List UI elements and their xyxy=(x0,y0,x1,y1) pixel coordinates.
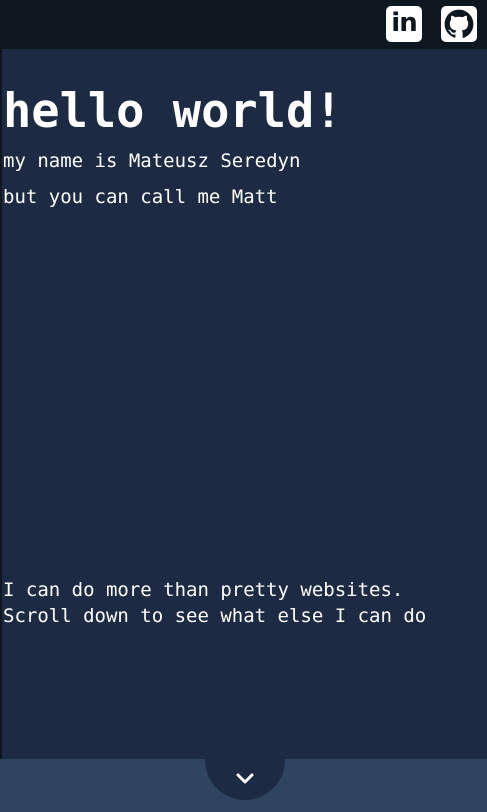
more-text: I can do more than pretty websites. xyxy=(3,579,404,601)
linkedin-icon: in xyxy=(391,8,417,38)
chevron-down-icon xyxy=(236,773,254,784)
scroll-down-button[interactable] xyxy=(205,720,285,800)
intro-nickname-text: but you can call me Matt xyxy=(3,186,278,208)
scroll-hint-text: Scroll down to see what else I can do xyxy=(3,605,427,627)
page: in hello world! my name is Mateusz Sered… xyxy=(0,0,487,812)
linkedin-link[interactable]: in xyxy=(386,6,422,42)
github-icon xyxy=(444,9,474,38)
left-edge-divider xyxy=(0,0,2,812)
github-link[interactable] xyxy=(441,6,477,42)
intro-name-text: my name is Mateusz Seredyn xyxy=(3,150,301,172)
top-bar: in xyxy=(0,0,487,49)
hero-title: hello world! xyxy=(3,84,343,139)
